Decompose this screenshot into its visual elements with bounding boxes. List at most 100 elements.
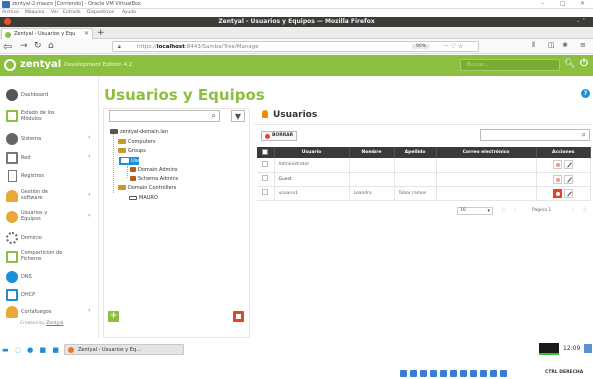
- row-checkbox[interactable]: [262, 189, 269, 195]
- zoom-level[interactable]: 90%: [412, 44, 431, 49]
- sidebar-toggle-icon[interactable]: ◫: [548, 41, 555, 49]
- users-search-input[interactable]: ⌕: [480, 129, 590, 141]
- menu-archivo[interactable]: Archivo: [2, 10, 19, 15]
- menu-hamburger-icon[interactable]: ≡: [580, 41, 586, 49]
- window-controls-icon[interactable]: ⌄ ⌃: [576, 18, 586, 24]
- usb-icon[interactable]: [440, 370, 447, 377]
- sidebar-item-dashboard[interactable]: Dashboard: [0, 87, 99, 103]
- select-all-checkbox[interactable]: [262, 148, 269, 155]
- taskbar-launchers-icon[interactable]: ▬ ◌ ● ■ ■: [2, 346, 61, 354]
- optical-icon[interactable]: [410, 370, 417, 377]
- tree-search-input[interactable]: ⌕: [109, 110, 220, 122]
- sidebar-item-comparticion[interactable]: Compartición de Ficheros: [0, 248, 99, 266]
- col-nombre[interactable]: Nombre: [349, 147, 395, 158]
- sidebar-item-registros[interactable]: Registros: [0, 168, 99, 184]
- help-icon[interactable]: ?: [581, 89, 590, 98]
- menu-maquina[interactable]: Máquina: [25, 10, 44, 15]
- row-checkbox[interactable]: [262, 160, 269, 167]
- col-apellido[interactable]: Apellido: [394, 147, 437, 158]
- page-size-select[interactable]: 10: [457, 207, 493, 215]
- first-page-icon[interactable]: |‹: [502, 207, 506, 213]
- firefox-close-icon[interactable]: [4, 18, 11, 25]
- delete-node-button[interactable]: [233, 311, 244, 322]
- search-icon[interactable]: 🔍︎: [564, 59, 575, 69]
- search-icon[interactable]: ⌕: [582, 130, 586, 140]
- tree-node-groups[interactable]: Groups: [118, 148, 146, 154]
- menu-ver[interactable]: Ver: [51, 10, 58, 15]
- page-actions-icon[interactable]: ··· ♡ ☆: [443, 43, 463, 50]
- tree-node-users[interactable]: Users: [121, 158, 145, 164]
- delete-row-icon[interactable]: [553, 188, 563, 198]
- hdd-icon[interactable]: [400, 370, 407, 377]
- sidebar-item-dominio[interactable]: Dominio: [0, 230, 99, 246]
- tab-close-icon[interactable]: ✕: [84, 30, 89, 37]
- recording-icon[interactable]: [470, 370, 477, 377]
- home-icon[interactable]: ⌂: [48, 41, 54, 51]
- menu-ayuda[interactable]: Ayuda: [122, 10, 136, 15]
- new-tab-icon[interactable]: +: [97, 28, 105, 38]
- table-row[interactable]: usuario1 Leandro Tobar ramos: [257, 186, 591, 201]
- tree-node-computers[interactable]: Computers: [118, 139, 155, 145]
- close-icon[interactable]: ✕: [580, 0, 585, 7]
- sidebar-item-modules[interactable]: Estado de los Módulos: [0, 108, 99, 126]
- reload-icon[interactable]: ↻: [34, 41, 42, 51]
- zentyal-link[interactable]: Zentyal: [46, 321, 63, 326]
- cpu-icon[interactable]: [480, 370, 487, 377]
- sidebar-item-software[interactable]: Gestión de software ‹: [0, 187, 99, 205]
- tree-node-schema-admins[interactable]: Schema Admins: [130, 176, 178, 182]
- sidebar-item-usuarios[interactable]: Usuarios y Equipos ‹: [0, 208, 99, 226]
- notification-icon[interactable]: [584, 344, 592, 353]
- sidebar-item-dhcp[interactable]: DHCP: [0, 288, 99, 302]
- last-page-icon[interactable]: ›|: [583, 207, 587, 213]
- cell-nombre: [349, 172, 395, 187]
- library-icon[interactable]: ⫴: [532, 41, 535, 50]
- back-icon[interactable]: ⇦: [3, 40, 12, 53]
- cell-acciones: [536, 172, 591, 187]
- cell-usuario: Guest: [274, 172, 350, 187]
- row-select-cell: [257, 186, 275, 201]
- global-search-input[interactable]: Buscar...: [460, 59, 560, 71]
- sidebar-item-cortafuegos[interactable]: Cortafuegos ‹: [0, 305, 99, 319]
- menu-dispositivos[interactable]: Dispositivos: [87, 10, 114, 15]
- menu-entrada[interactable]: Entrada: [63, 10, 81, 15]
- select-all-header[interactable]: [257, 147, 275, 158]
- tree-node-mauro[interactable]: MAURO: [129, 195, 158, 201]
- col-correo[interactable]: Correo electrónico: [436, 147, 537, 158]
- cell-acciones: [536, 158, 591, 173]
- minimize-icon[interactable]: –: [541, 0, 544, 7]
- software-icon: [6, 190, 18, 202]
- edit-row-icon[interactable]: [564, 174, 574, 184]
- display-icon[interactable]: [460, 370, 467, 377]
- tree-node-domain-admins[interactable]: Domain Admins: [130, 167, 178, 173]
- row-checkbox[interactable]: [262, 175, 269, 181]
- tab-zentyal[interactable]: Zentyal - Usuarios y Equ ✕: [1, 28, 93, 39]
- logout-icon[interactable]: ⏻: [580, 58, 588, 69]
- add-node-button[interactable]: +: [108, 311, 119, 322]
- tree-node-root[interactable]: zentyal-domain.lan: [110, 129, 168, 135]
- maximize-icon[interactable]: □: [560, 0, 566, 7]
- sidebar-item-red[interactable]: Red ‹: [0, 150, 99, 166]
- delete-button[interactable]: BORRAR: [261, 131, 297, 141]
- shared-folders-icon[interactable]: [450, 370, 457, 377]
- sidebar-item-dns[interactable]: DNS: [0, 270, 99, 284]
- taskbar-firefox-task[interactable]: Zentyal - Usuarios y Eq...: [64, 344, 184, 355]
- search-icon[interactable]: ⌕: [212, 111, 216, 121]
- next-page-icon[interactable]: ›: [572, 207, 574, 213]
- sidebar-label: Estado de los Módulos: [21, 110, 55, 122]
- edit-row-icon[interactable]: [564, 188, 574, 198]
- keyboard-icon[interactable]: [500, 370, 507, 377]
- table-row[interactable]: Guest: [257, 172, 591, 187]
- table-row[interactable]: Administrator: [257, 158, 591, 173]
- mouse-integration-icon[interactable]: [490, 370, 497, 377]
- url-bar[interactable]: 🔒︎ https://localhost:8443/Samba/Tree/Man…: [112, 41, 479, 52]
- tree-node-domain-controllers[interactable]: Domain Controllers: [118, 185, 176, 191]
- sidebar-item-sistema[interactable]: Sistema ‹: [0, 131, 99, 147]
- col-usuario[interactable]: Usuario: [274, 147, 350, 158]
- edit-row-icon[interactable]: [564, 160, 574, 170]
- forward-icon[interactable]: →: [20, 41, 28, 51]
- extension-icon[interactable]: ❀: [562, 41, 568, 49]
- network-status-icon[interactable]: [430, 370, 437, 377]
- audio-icon[interactable]: [420, 370, 427, 377]
- prev-page-icon[interactable]: ‹: [514, 207, 516, 213]
- filter-icon[interactable]: ▼: [231, 110, 245, 122]
